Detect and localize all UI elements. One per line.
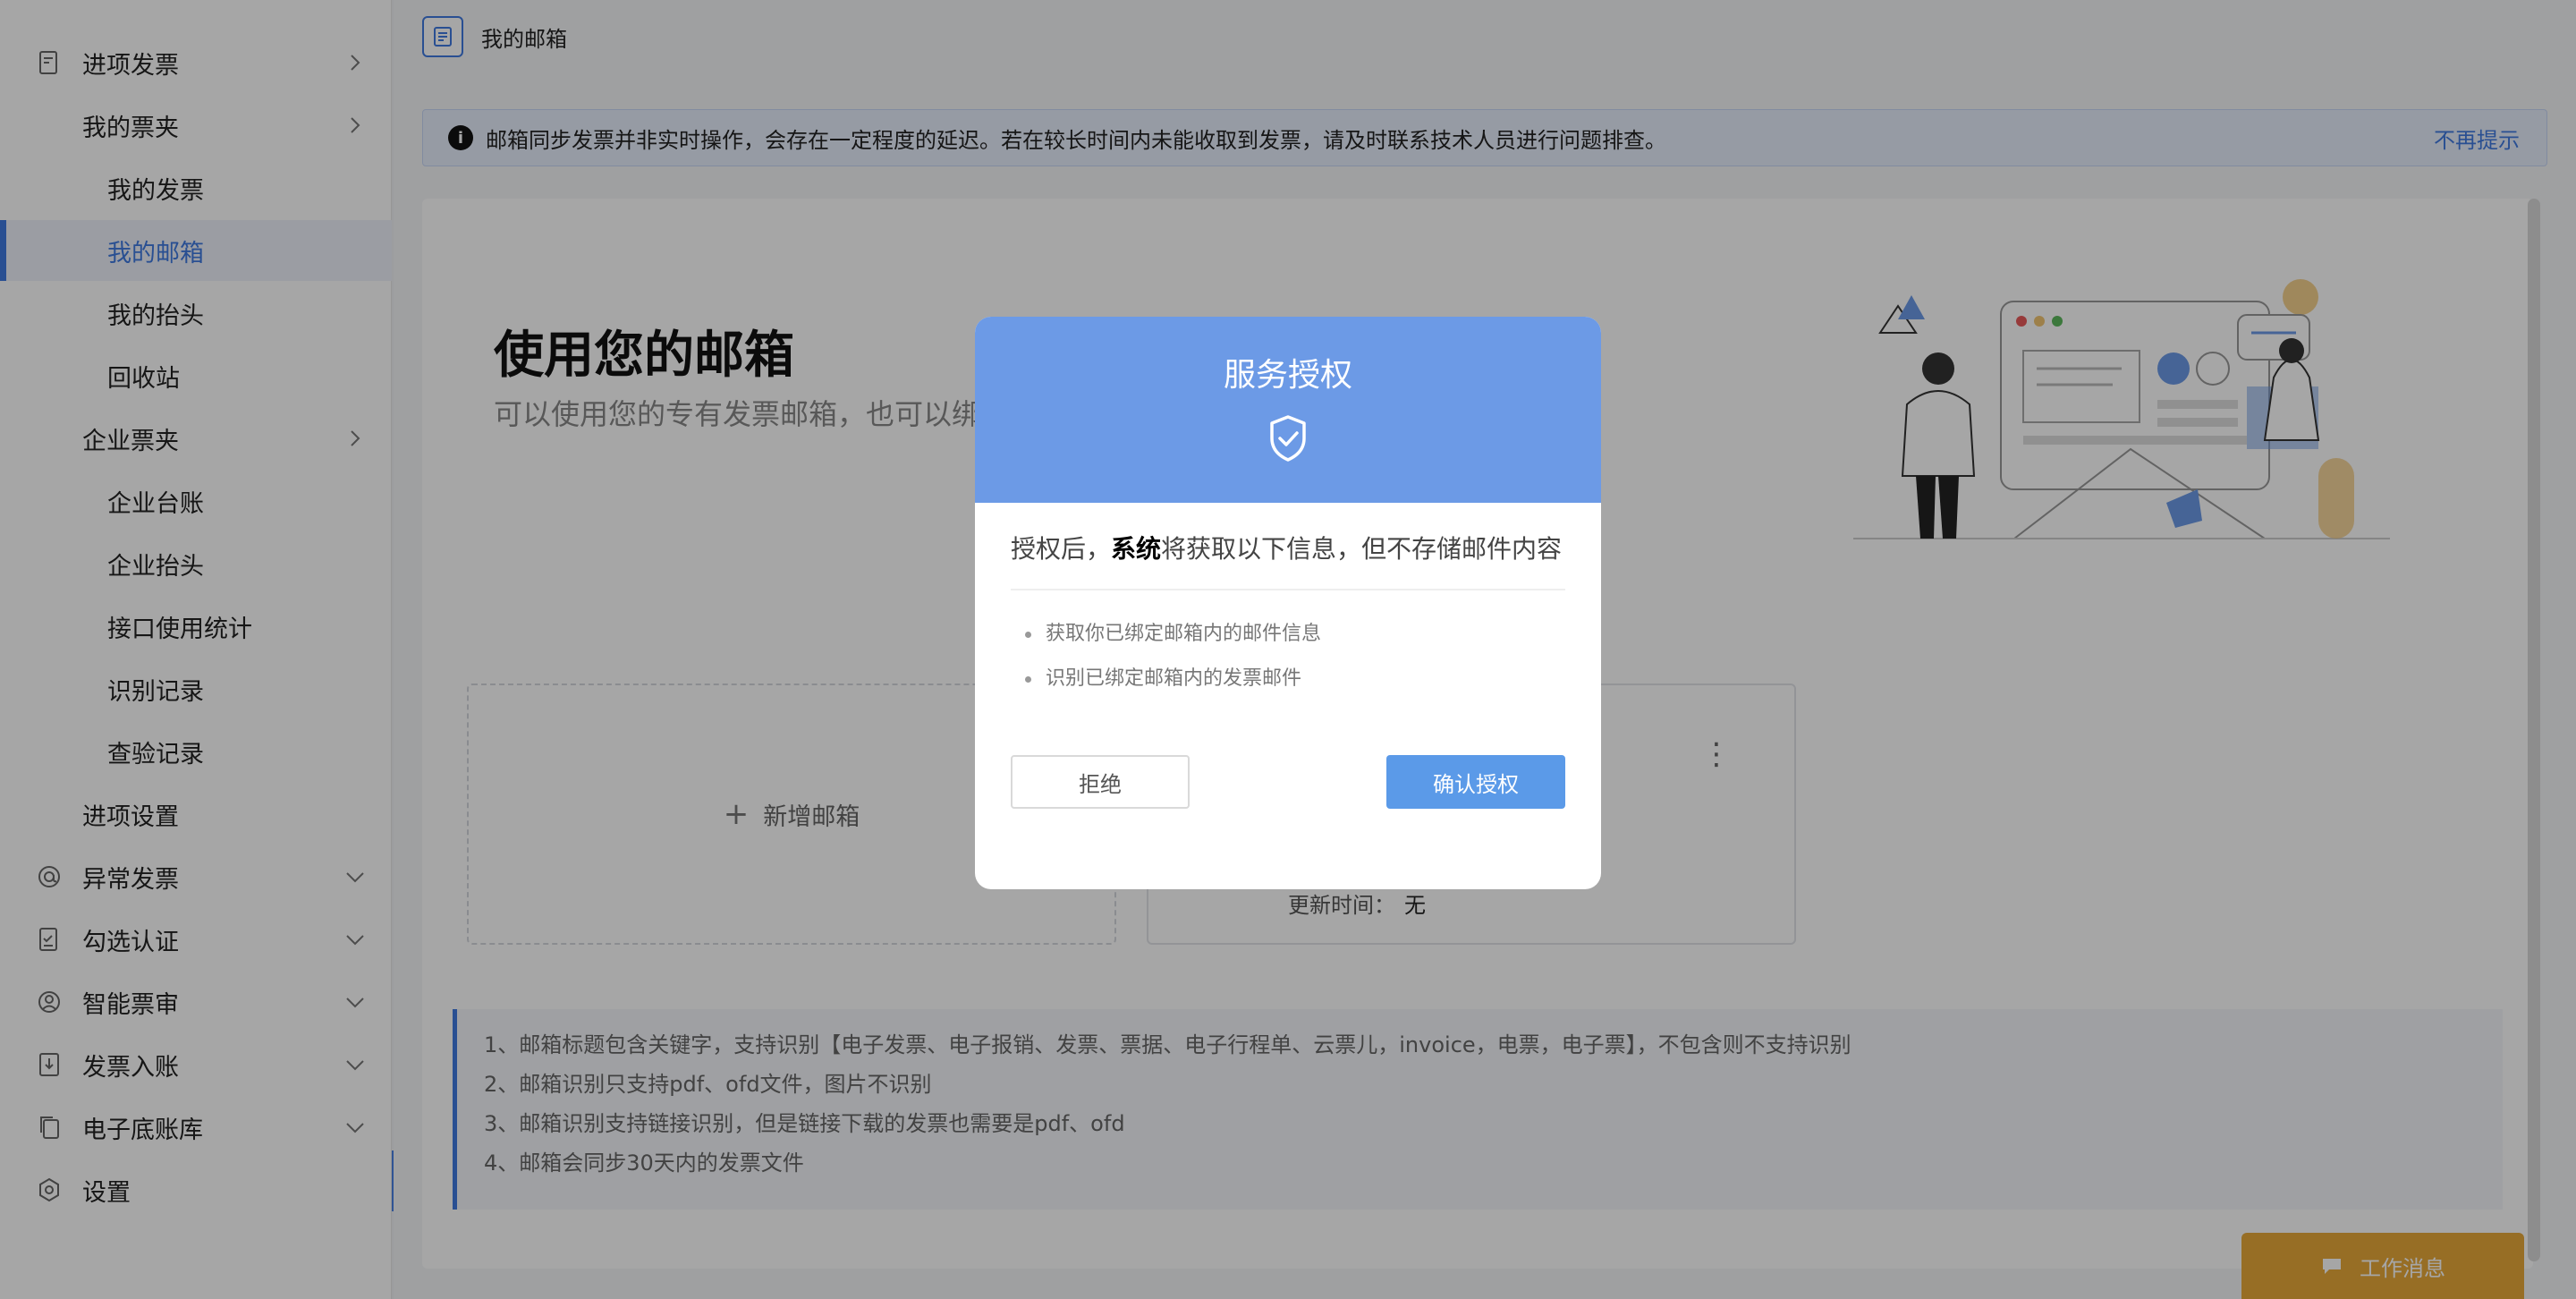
permission-item: 识别已绑定邮箱内的发票邮件	[1025, 657, 1321, 701]
reject-button[interactable]: 拒绝	[1011, 755, 1190, 809]
shield-check-icon	[1270, 415, 1306, 462]
dialog-title: 服务授权	[1223, 357, 1352, 394]
lead-bold: 系统	[1111, 534, 1162, 564]
divider	[1011, 589, 1565, 590]
service-authorization-dialog: 服务授权 授权后，系统将获取以下信息，但不存储邮件内容 获取你已绑定邮箱内的邮件…	[975, 317, 1601, 889]
permission-item: 获取你已绑定邮箱内的邮件信息	[1025, 612, 1321, 657]
dialog-lead-text: 授权后，系统将获取以下信息，但不存储邮件内容	[1011, 530, 1565, 565]
lead-prefix: 授权后，	[1011, 534, 1112, 564]
dialog-header: 服务授权	[975, 317, 1601, 503]
confirm-authorization-button[interactable]: 确认授权	[1386, 755, 1565, 809]
permission-list: 获取你已绑定邮箱内的邮件信息 识别已绑定邮箱内的发票邮件	[1025, 612, 1321, 701]
lead-suffix: 将获取以下信息，但不存储邮件内容	[1161, 534, 1563, 564]
app-window: 进项发票 我的票夹 我的发票 我的邮箱 我的抬头 回收站 企业票夹 企业台账 企…	[0, 0, 2576, 1299]
